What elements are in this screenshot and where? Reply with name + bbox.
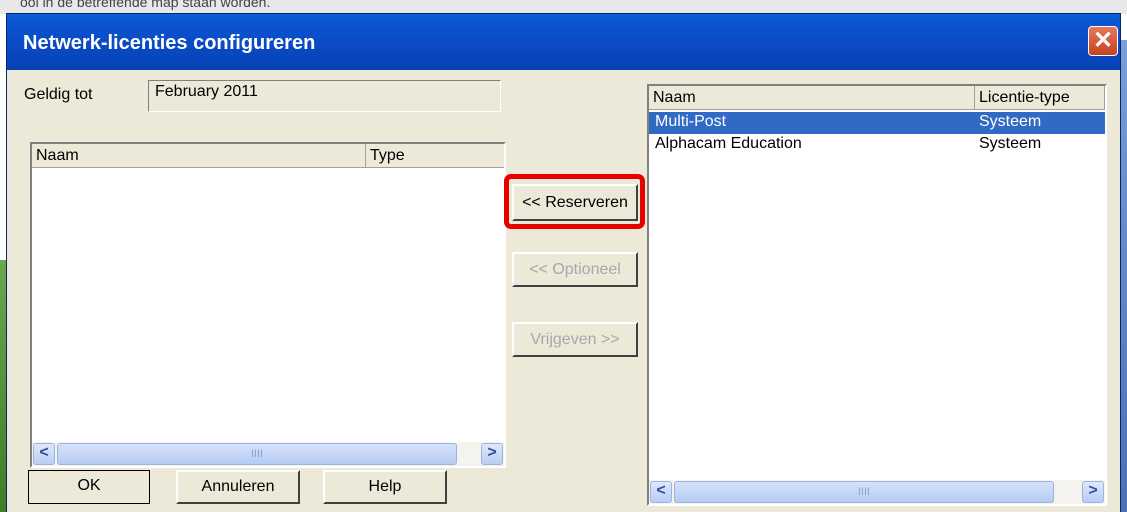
chevron-left-icon: < [39,444,49,461]
close-button[interactable]: ✕ [1088,26,1118,56]
right-col-license-type[interactable]: Licentie-type [975,86,1105,110]
dialog-window: Netwerk-licenties configureren ✕ Geldig … [7,14,1120,512]
list-item[interactable]: Multi-Post Systeem [649,112,1105,134]
valid-until-value: February 2011 [155,83,258,100]
available-licenses-list[interactable]: Naam Licentie-type Multi-Post Systeem Al… [647,84,1107,506]
license-name: Alphacam Education [655,135,802,152]
ok-button-label: OK [77,477,101,494]
optional-button[interactable]: << Optioneel [512,252,638,287]
scroll-right-button[interactable]: > [1082,481,1104,503]
left-list-hscrollbar[interactable]: < IIII > [32,442,504,466]
license-name: Multi-Post [655,113,727,130]
right-col-name[interactable]: Naam [649,86,975,110]
grip-icon: IIII [250,448,264,460]
grip-icon: IIII [857,486,871,498]
left-col-type-label: Type [370,147,405,164]
ok-button[interactable]: OK [28,470,150,504]
scroll-thumb[interactable]: IIII [674,481,1054,503]
release-button-label: Vrijgeven >> [530,331,620,348]
background-text: ooi in de betreffende map staan worden. [20,0,271,10]
right-list-hscrollbar[interactable]: < IIII > [649,480,1105,504]
valid-until-label: Geldig tot [24,86,93,103]
valid-until-field: February 2011 [148,80,501,112]
dialog-client-area: Geldig tot February 2011 Naam Type < III… [7,70,1120,512]
list-item[interactable]: Alphacam Education Systeem [649,134,1105,156]
license-type: Systeem [979,135,1042,152]
right-col-license-type-label: Licentie-type [979,89,1070,106]
help-button-label: Help [368,478,402,495]
release-button[interactable]: Vrijgeven >> [512,322,638,357]
chevron-right-icon: > [487,444,497,461]
chevron-right-icon: > [1088,482,1098,499]
cancel-button-label: Annuleren [201,478,275,495]
background-document-strip: ooi in de betreffende map staan worden. [0,0,1127,14]
left-col-name-label: Naam [36,147,79,164]
scroll-thumb[interactable]: IIII [57,443,457,465]
left-list-header: Naam Type [32,144,504,168]
close-icon: ✕ [1092,27,1114,54]
license-type: Systeem [979,113,1042,130]
scroll-left-button[interactable]: < [33,443,55,465]
left-col-type[interactable]: Type [366,144,504,168]
title-bar[interactable]: Netwerk-licenties configureren ✕ [7,14,1120,70]
scroll-right-button[interactable]: > [481,443,503,465]
desktop-background-left [0,260,7,512]
right-col-name-label: Naam [653,89,696,106]
left-col-name[interactable]: Naam [32,144,366,168]
chevron-left-icon: < [656,482,666,499]
scroll-left-button[interactable]: < [650,481,672,503]
cancel-button[interactable]: Annuleren [176,470,300,504]
optional-button-label: << Optioneel [529,261,621,278]
desktop-background-right [1120,40,1127,512]
right-list-header: Naam Licentie-type [649,86,1105,110]
dialog-title: Netwerk-licenties configureren [23,32,316,54]
help-button[interactable]: Help [323,470,447,504]
reserved-licenses-list[interactable]: Naam Type < IIII > [30,142,506,468]
annotation-highlight [504,174,645,229]
